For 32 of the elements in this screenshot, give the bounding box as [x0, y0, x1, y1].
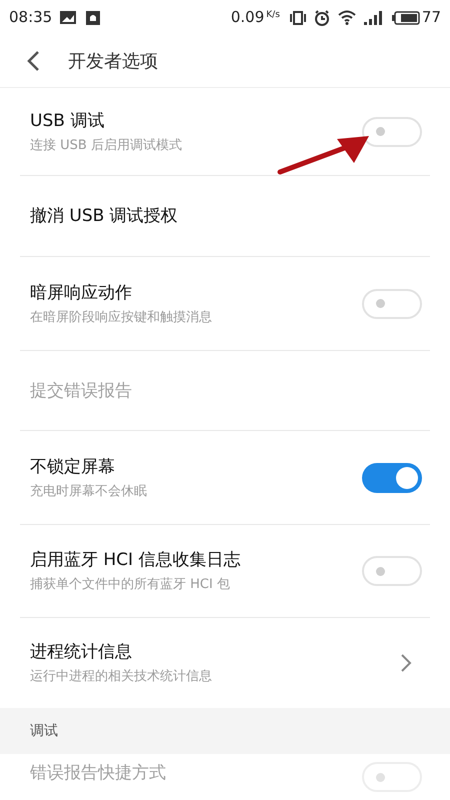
back-icon[interactable]: [26, 50, 40, 72]
status-time: 08:35: [9, 7, 52, 28]
setting-title: 进程统计信息: [30, 641, 133, 663]
setting-description: 捕获单个文件中的所有蓝牙 HCI 包: [30, 577, 231, 593]
notification-icon: [86, 10, 100, 24]
section-title: 调试: [30, 722, 58, 740]
network-speed: 0.09: [230, 7, 264, 28]
battery-level: 77: [422, 7, 441, 28]
setting-description: 运行中进程的相关技术统计信息: [30, 669, 212, 685]
battery-icon: [392, 10, 420, 24]
setting-title: 提交错误报告: [30, 380, 132, 402]
setting-title: 错误报告快捷方式: [30, 762, 166, 784]
signal-icon: [364, 10, 384, 24]
chevron-right-icon: [400, 653, 412, 673]
page-title: 开发者选项: [68, 50, 158, 74]
setting-description: 连接 USB 后启用调试模式: [30, 138, 182, 154]
setting-title: 暗屏响应动作: [30, 282, 133, 304]
toggle-switch[interactable]: [362, 288, 422, 318]
setting-title: 不锁定屏幕: [30, 456, 116, 478]
alarm-icon: [314, 10, 330, 26]
speed-unit: K/s: [266, 9, 280, 22]
setting-title: 撤消 USB 调试授权: [30, 205, 178, 227]
setting-description: 在暗屏阶段响应按键和触摸消息: [30, 310, 212, 326]
toggle-switch[interactable]: [362, 462, 422, 492]
toggle-switch[interactable]: [362, 116, 422, 146]
image-icon: [60, 11, 76, 24]
setting-title: USB 调试: [30, 110, 106, 132]
vibrate-icon: [290, 10, 306, 26]
setting-title: 启用蓝牙 HCI 信息收集日志: [30, 549, 240, 571]
setting-description: 充电时屏幕不会休眠: [30, 484, 147, 500]
wifi-icon: [338, 10, 356, 25]
toggle-switch[interactable]: [362, 556, 422, 586]
